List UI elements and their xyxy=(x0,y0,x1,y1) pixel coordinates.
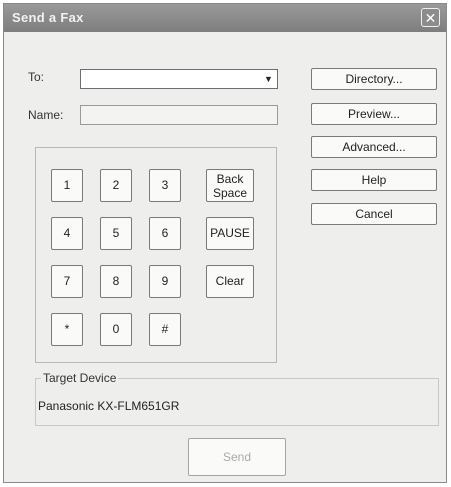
keypad: 1 2 3 Back Space 4 5 6 PAUSE 7 8 9 Clear… xyxy=(35,147,277,363)
clear-button[interactable]: Clear xyxy=(206,265,254,298)
help-button[interactable]: Help xyxy=(311,169,437,191)
to-label: To: xyxy=(28,70,45,84)
send-button[interactable]: Send xyxy=(188,438,286,476)
key-9[interactable]: 9 xyxy=(149,265,181,298)
name-label: Name: xyxy=(28,108,64,122)
key-0[interactable]: 0 xyxy=(100,313,132,346)
pause-button[interactable]: PAUSE xyxy=(206,217,254,250)
key-1[interactable]: 1 xyxy=(51,169,83,202)
title-bar: Send a Fax ✕ xyxy=(4,4,446,32)
key-4[interactable]: 4 xyxy=(51,217,83,250)
key-6[interactable]: 6 xyxy=(149,217,181,250)
to-combobox[interactable]: ▼ xyxy=(80,69,278,89)
cancel-button[interactable]: Cancel xyxy=(311,203,437,225)
chevron-down-icon[interactable]: ▼ xyxy=(261,71,276,87)
key-3[interactable]: 3 xyxy=(149,169,181,202)
key-star[interactable]: * xyxy=(51,313,83,346)
advanced-button[interactable]: Advanced... xyxy=(311,136,437,158)
close-icon[interactable]: ✕ xyxy=(421,8,440,27)
key-hash[interactable]: # xyxy=(149,313,181,346)
send-fax-dialog: Send a Fax ✕ To: ▼ Name: Directory... Pr… xyxy=(3,3,447,483)
key-8[interactable]: 8 xyxy=(100,265,132,298)
target-device-legend: Target Device xyxy=(41,371,119,385)
backspace-button[interactable]: Back Space xyxy=(206,169,254,202)
target-device-name: Panasonic KX-FLM651GR xyxy=(38,399,180,413)
key-7[interactable]: 7 xyxy=(51,265,83,298)
preview-button[interactable]: Preview... xyxy=(311,103,437,125)
name-field[interactable] xyxy=(80,105,278,125)
key-2[interactable]: 2 xyxy=(100,169,132,202)
key-5[interactable]: 5 xyxy=(100,217,132,250)
target-device-group: Target Device Panasonic KX-FLM651GR xyxy=(35,371,439,426)
directory-button[interactable]: Directory... xyxy=(311,68,437,90)
dialog-title: Send a Fax xyxy=(12,10,84,25)
